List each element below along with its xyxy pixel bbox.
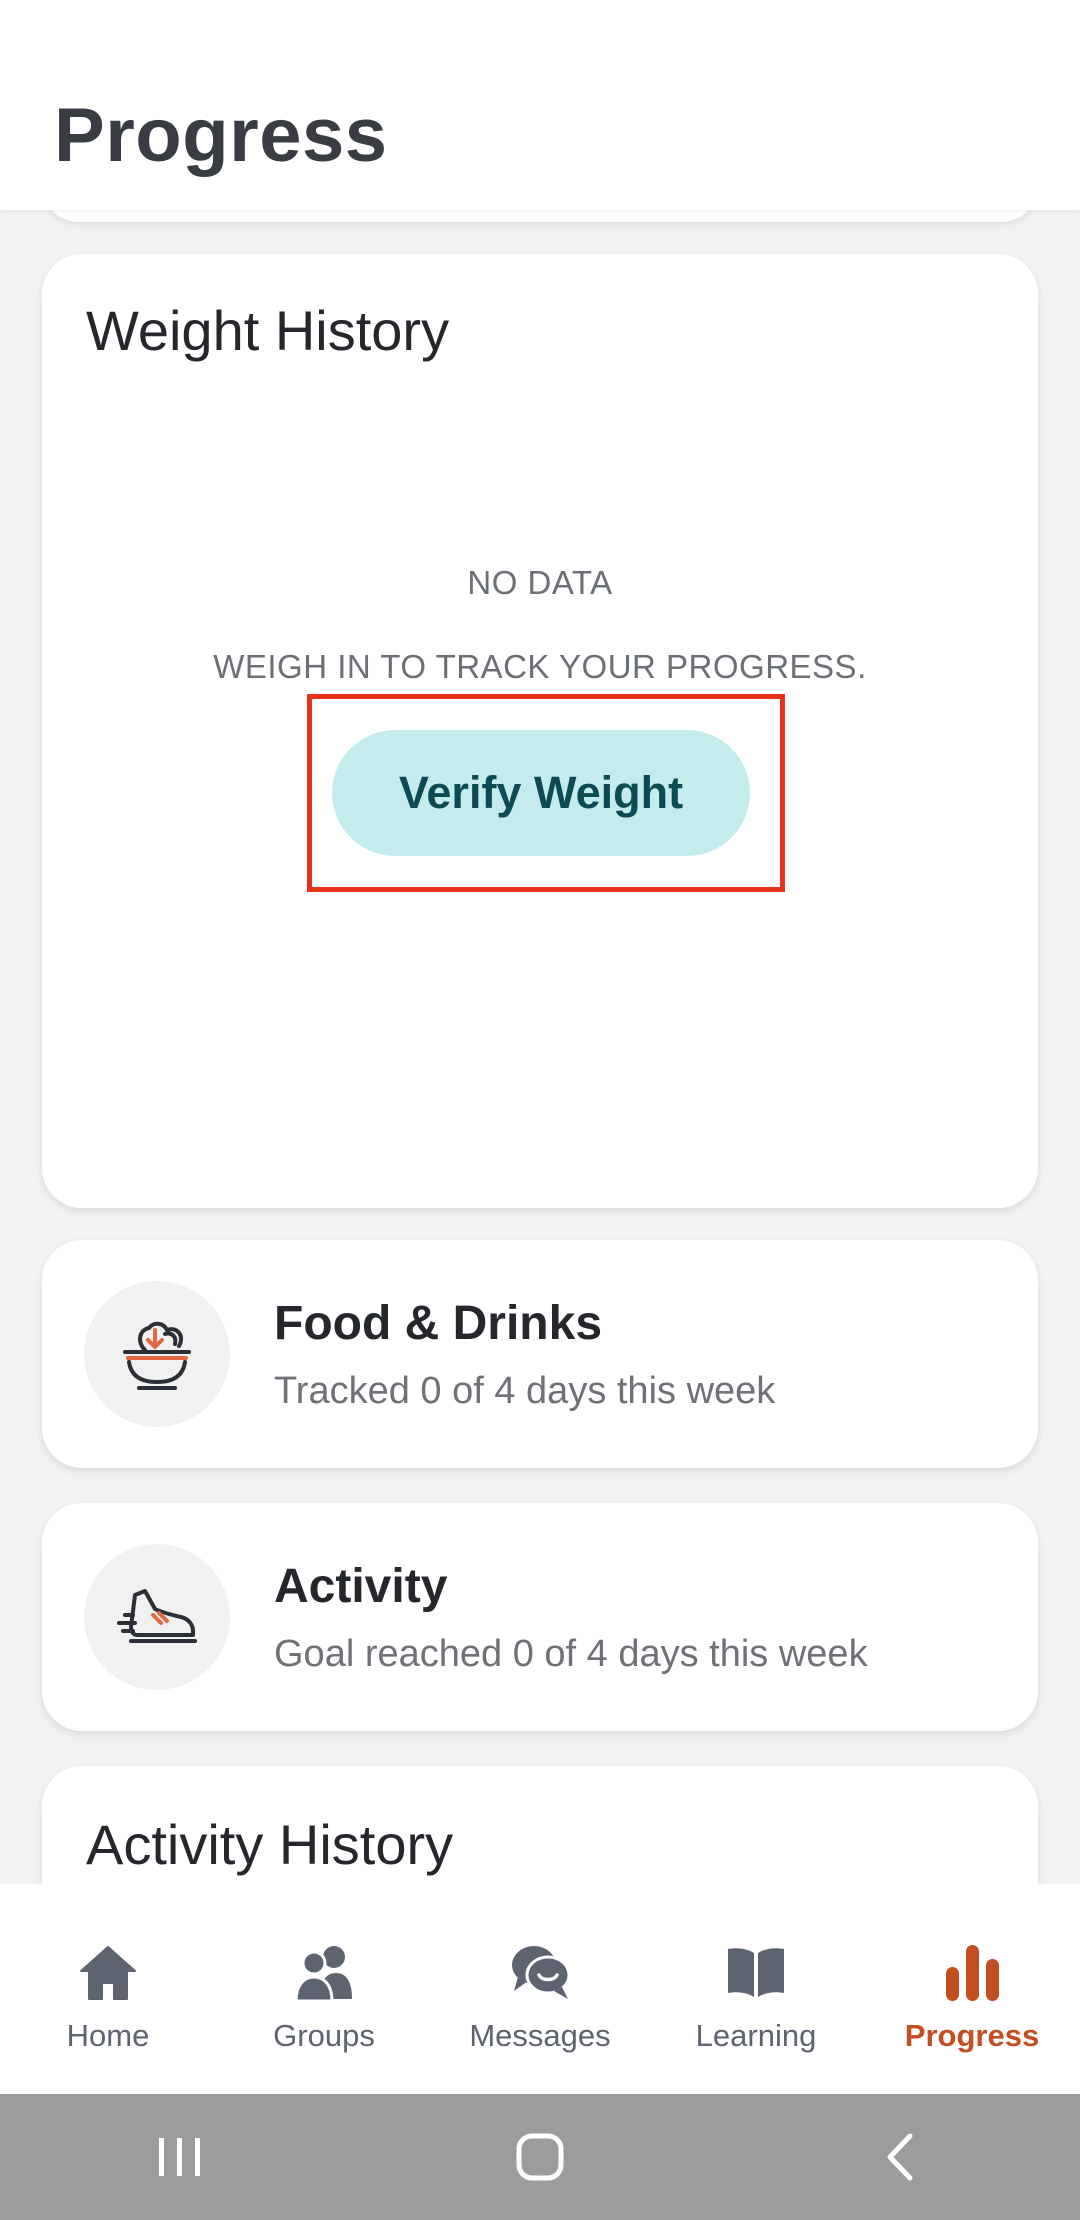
nav-label-progress: Progress	[904, 2018, 1040, 2053]
verify-weight-button[interactable]: Verify Weight	[332, 730, 750, 856]
nav-label-messages: Messages	[469, 2018, 611, 2053]
nav-label-groups: Groups	[273, 2018, 375, 2053]
food-drinks-card[interactable]: Food & Drinks Tracked 0 of 4 days this w…	[42, 1240, 1038, 1468]
groups-icon	[292, 1940, 356, 2004]
salad-bowl-icon	[84, 1281, 230, 1427]
activity-title: Activity	[274, 1560, 448, 1613]
bottom-nav: Home Groups Messages Learning Progress	[0, 1884, 1080, 2094]
weight-history-title: Weight History	[86, 299, 450, 362]
food-drinks-subtitle: Tracked 0 of 4 days this week	[274, 1370, 776, 1412]
book-icon	[724, 1940, 788, 2004]
activity-subtitle: Goal reached 0 of 4 days this week	[274, 1633, 868, 1675]
food-drinks-title: Food & Drinks	[274, 1297, 603, 1350]
nav-item-progress[interactable]: Progress	[866, 1884, 1078, 2094]
system-nav-bar	[0, 2094, 1080, 2220]
nav-item-learning[interactable]: Learning	[650, 1884, 862, 2094]
app-header: Progress	[0, 0, 1080, 210]
bar-chart-icon	[942, 1940, 1002, 2004]
home-icon	[77, 1940, 139, 2004]
nav-label-home: Home	[66, 2018, 150, 2053]
home-button-icon[interactable]	[480, 2117, 600, 2197]
nav-item-home[interactable]: Home	[2, 1884, 214, 2094]
activity-card[interactable]: Activity Goal reached 0 of 4 days this w…	[42, 1503, 1038, 1731]
recent-apps-icon[interactable]	[120, 2117, 240, 2197]
nav-item-messages[interactable]: Messages	[434, 1884, 646, 2094]
weigh-in-message: WEIGH IN TO TRACK YOUR PROGRESS.	[213, 648, 867, 685]
messages-icon	[508, 1940, 572, 2004]
nav-label-learning: Learning	[695, 2018, 817, 2053]
back-icon[interactable]	[840, 2117, 960, 2197]
sneaker-icon	[84, 1544, 230, 1690]
nav-item-groups[interactable]: Groups	[218, 1884, 430, 2094]
weight-history-card: Weight History NO DATA WEIGH IN TO TRACK…	[42, 254, 1038, 1208]
activity-history-title: Activity History	[86, 1813, 454, 1876]
page-title: Progress	[54, 93, 388, 178]
no-data-label: NO DATA	[467, 564, 613, 601]
